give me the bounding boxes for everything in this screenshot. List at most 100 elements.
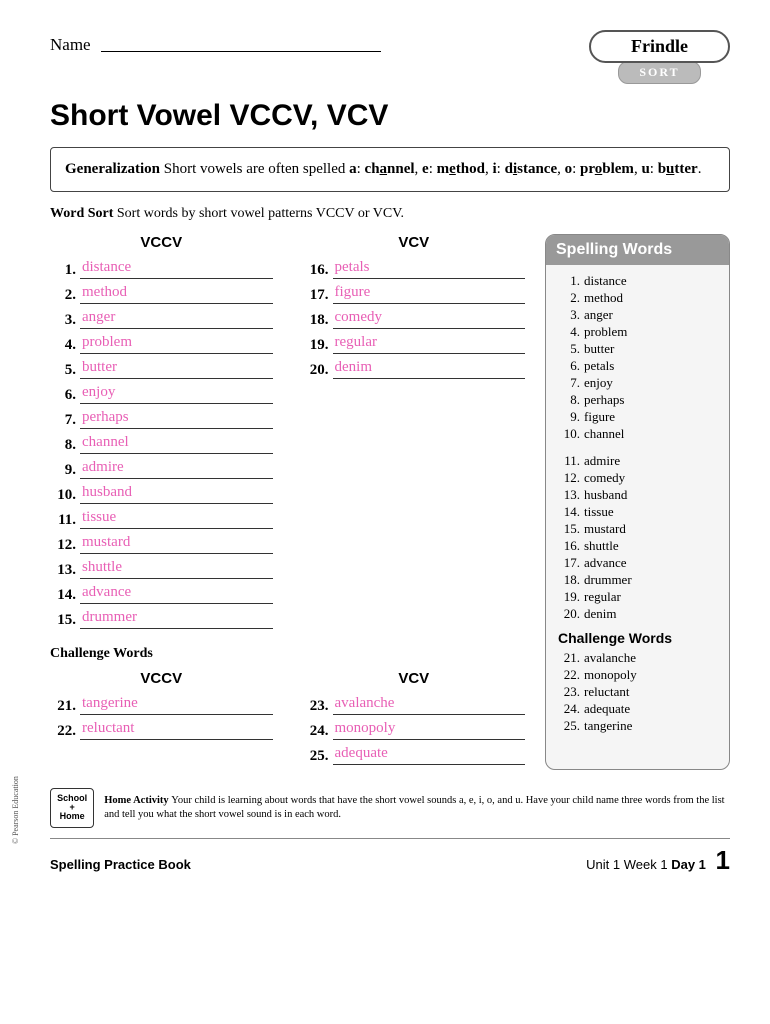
badge-title: Frindle	[589, 30, 730, 63]
sidebar-word-num: 12.	[558, 470, 580, 486]
sidebar-word-num: 13.	[558, 487, 580, 503]
name-input-line[interactable]	[101, 30, 381, 52]
answer-text: problem	[80, 334, 134, 350]
answer-line[interactable]: mustard	[80, 534, 273, 554]
answer-line[interactable]: denim	[333, 359, 526, 379]
answer-text: admire	[80, 459, 126, 475]
row-number: 9.	[50, 462, 76, 479]
sidebar-word-num: 1.	[558, 273, 580, 289]
row-number: 11.	[50, 512, 76, 529]
answer-text: reluctant	[80, 720, 136, 736]
vccv-row: 5.butter	[50, 359, 273, 379]
copyright: © Pearson Education	[11, 776, 20, 844]
answer-line[interactable]: admire	[80, 459, 273, 479]
vccv-row: 4.problem	[50, 334, 273, 354]
answer-line[interactable]: adequate	[333, 745, 526, 765]
answer-text: advance	[80, 584, 133, 600]
answer-text: figure	[333, 284, 373, 300]
generalization-box: Generalization Short vowels are often sp…	[50, 147, 730, 192]
answer-line[interactable]: regular	[333, 334, 526, 354]
row-number: 25.	[303, 748, 329, 765]
answer-line[interactable]: method	[80, 284, 273, 304]
sidebar-word-text: method	[584, 290, 623, 306]
answer-line[interactable]: petals	[333, 259, 526, 279]
answer-text: regular	[333, 334, 379, 350]
sidebar-word-num: 18.	[558, 572, 580, 588]
sidebar-word-num: 9.	[558, 409, 580, 425]
sidebar-word: 5.butter	[558, 341, 717, 357]
sidebar-word: 18.drummer	[558, 572, 717, 588]
answer-line[interactable]: distance	[80, 259, 273, 279]
row-number: 12.	[50, 537, 76, 554]
row-number: 19.	[303, 337, 329, 354]
vcv-head: VCV	[303, 234, 526, 251]
sidebar-word-text: figure	[584, 409, 615, 425]
answer-line[interactable]: drummer	[80, 609, 273, 629]
sidebar-word: 12.comedy	[558, 470, 717, 486]
answer-text: method	[80, 284, 129, 300]
answer-text: anger	[80, 309, 117, 325]
row-number: 24.	[303, 723, 329, 740]
sidebar-word-num: 4.	[558, 324, 580, 340]
challenge-vccv-column: VCCV 21.tangerine22.reluctant	[50, 670, 273, 770]
sidebar-word: 15.mustard	[558, 521, 717, 537]
answer-line[interactable]: shuttle	[80, 559, 273, 579]
vccv-head: VCCV	[50, 234, 273, 251]
answer-text: monopoly	[333, 720, 398, 736]
answer-line[interactable]: enjoy	[80, 384, 273, 404]
vccv-row: 11.tissue	[50, 509, 273, 529]
sidebar-word: 14.tissue	[558, 504, 717, 520]
sidebar-word-num: 25.	[558, 718, 580, 734]
spelling-words-sidebar: Spelling Words 1.distance2.method3.anger…	[545, 234, 730, 770]
vccv-row: 13.shuttle	[50, 559, 273, 579]
sidebar-word: 11.admire	[558, 453, 717, 469]
sidebar-word: 21.avalanche	[558, 650, 717, 666]
answer-line[interactable]: butter	[80, 359, 273, 379]
vccv-row: 7.perhaps	[50, 409, 273, 429]
answer-text: comedy	[333, 309, 384, 325]
vccv-row: 14.advance	[50, 584, 273, 604]
sidebar-word: 23.reluctant	[558, 684, 717, 700]
answer-line[interactable]: figure	[333, 284, 526, 304]
vcv-row: 18.comedy	[303, 309, 526, 329]
sidebar-word-text: enjoy	[584, 375, 613, 391]
answer-text: mustard	[80, 534, 132, 550]
sidebar-word-num: 21.	[558, 650, 580, 666]
footer: Spelling Practice Book Unit 1 Week 1 Day…	[50, 838, 730, 876]
sidebar-word-text: butter	[584, 341, 614, 357]
answer-text: butter	[80, 359, 119, 375]
answer-line[interactable]: comedy	[333, 309, 526, 329]
answer-line[interactable]: anger	[80, 309, 273, 329]
answer-line[interactable]: tissue	[80, 509, 273, 529]
sidebar-word-num: 11.	[558, 453, 580, 469]
sidebar-word-text: mustard	[584, 521, 626, 537]
answer-line[interactable]: channel	[80, 434, 273, 454]
answer-text: denim	[333, 359, 375, 375]
footer-right: Unit 1 Week 1 Day 1 1	[586, 845, 730, 876]
sidebar-word-num: 5.	[558, 341, 580, 357]
sidebar-word-text: drummer	[584, 572, 632, 588]
answer-line[interactable]: husband	[80, 484, 273, 504]
row-number: 8.	[50, 437, 76, 454]
answer-line[interactable]: tangerine	[80, 695, 273, 715]
sidebar-word-num: 10.	[558, 426, 580, 442]
instruction: Word Sort Sort words by short vowel patt…	[50, 206, 730, 222]
answer-line[interactable]: reluctant	[80, 720, 273, 740]
sidebar-word: 16.shuttle	[558, 538, 717, 554]
row-number: 17.	[303, 287, 329, 304]
vcv-row: 17.figure	[303, 284, 526, 304]
vccv-row: 8.channel	[50, 434, 273, 454]
sidebar-word-num: 15.	[558, 521, 580, 537]
answer-line[interactable]: problem	[80, 334, 273, 354]
answer-text: avalanche	[333, 695, 397, 711]
sidebar-word-num: 7.	[558, 375, 580, 391]
answer-line[interactable]: monopoly	[333, 720, 526, 740]
answer-line[interactable]: advance	[80, 584, 273, 604]
answer-line[interactable]: avalanche	[333, 695, 526, 715]
sidebar-word-num: 14.	[558, 504, 580, 520]
sidebar-word: 17.advance	[558, 555, 717, 571]
answer-line[interactable]: perhaps	[80, 409, 273, 429]
row-number: 16.	[303, 262, 329, 279]
sidebar-word-num: 19.	[558, 589, 580, 605]
sidebar-word-text: shuttle	[584, 538, 619, 554]
